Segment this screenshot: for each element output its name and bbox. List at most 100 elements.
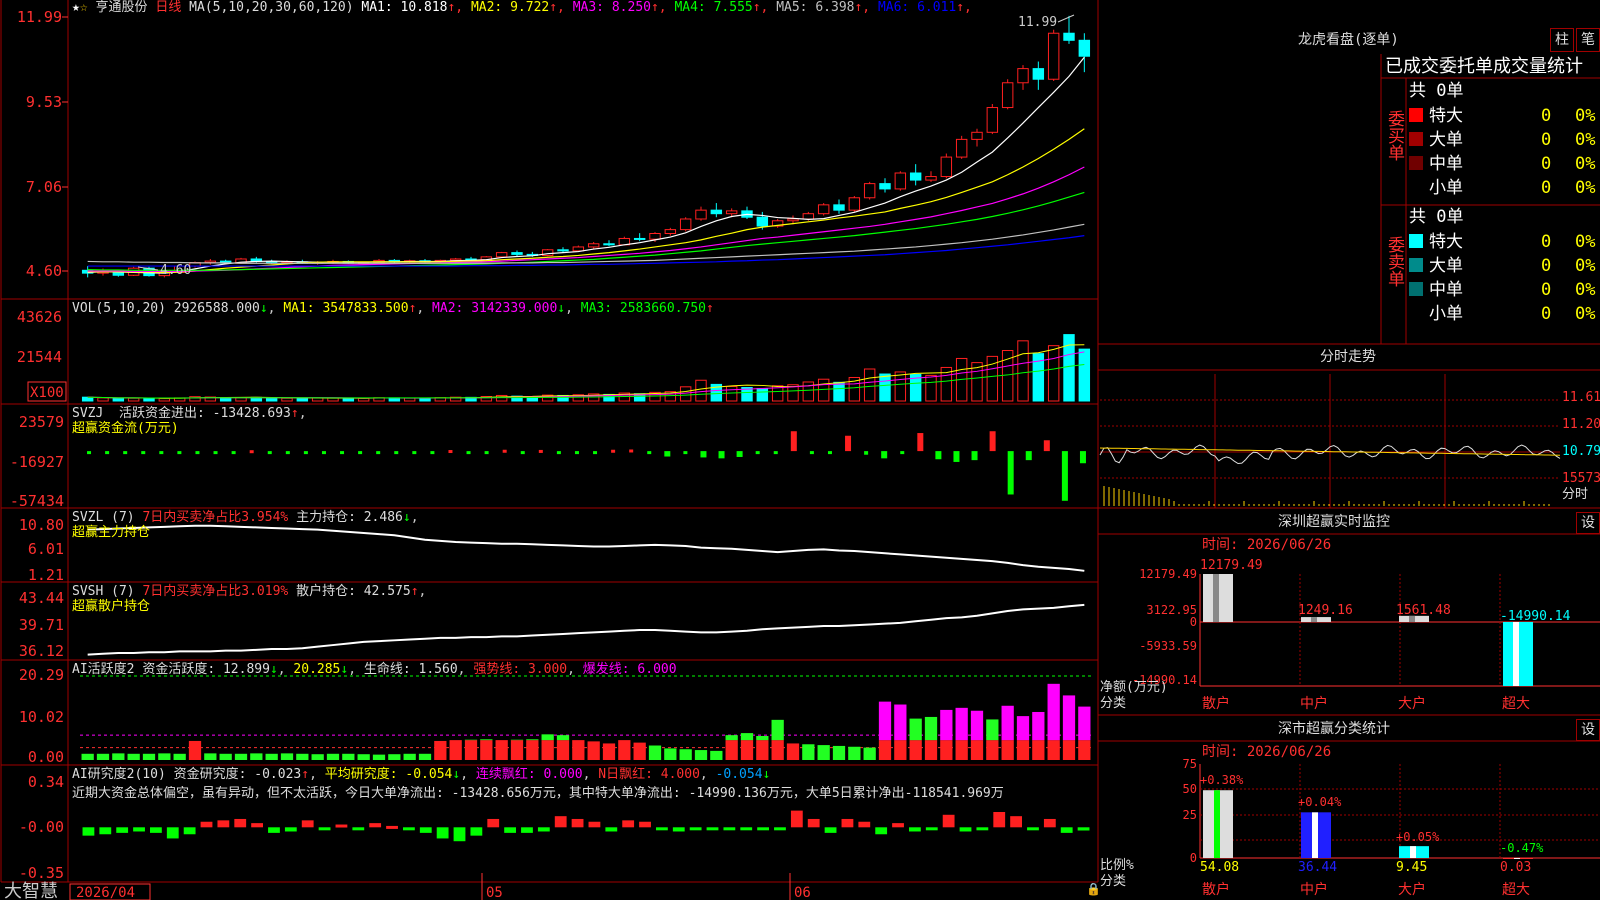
- ai1-bar: [817, 745, 830, 760]
- tab-zhu[interactable]: 柱: [1550, 28, 1574, 52]
- monitor-bar-label: 1249.16: [1298, 603, 1353, 618]
- ai2-bar: [790, 810, 803, 828]
- svzj-bar: [629, 449, 634, 453]
- svzj-bar: [755, 451, 760, 455]
- ma-value-ma5: MA5: 6.398: [768, 0, 855, 15]
- ai2-bar: [875, 827, 888, 835]
- ai2-bar: [1060, 827, 1073, 833]
- volume-bar: [189, 396, 201, 402]
- candle-body: [1032, 68, 1045, 80]
- svzj-bar: [159, 451, 164, 455]
- ai1-t2: 20.285: [293, 662, 341, 677]
- order-type-label: 小单: [1429, 178, 1463, 198]
- ai2-bar: [942, 814, 955, 828]
- tab-bi[interactable]: 笔: [1576, 28, 1600, 52]
- monitor-settings-button[interactable]: 设: [1576, 512, 1600, 534]
- ai2-bar: [504, 827, 517, 833]
- svzj-bar: [394, 451, 399, 455]
- order-type-label: 特大: [1429, 106, 1463, 126]
- ai2-bar: [1077, 827, 1090, 831]
- order-percent: 0%: [1575, 130, 1596, 150]
- monitor-title: 深圳超赢实时监控: [1278, 514, 1390, 530]
- ai1-bar: [648, 745, 662, 760]
- volume-bar: [833, 381, 845, 402]
- ai1-bar: [878, 740, 892, 760]
- ai2-bar: [959, 827, 972, 832]
- monitor-x-label: 中户: [1300, 696, 1328, 712]
- svzj-bar: [105, 451, 110, 455]
- svzj-bar: [935, 451, 942, 460]
- volume-ma1: 3547833.500: [322, 301, 409, 316]
- color-swatch: [1409, 156, 1423, 170]
- candle-body: [603, 243, 615, 246]
- svsh-header: SVSH (7) 7日内买卖净占比3.019% 散户持仓: 42.575↑,: [72, 584, 427, 599]
- svzj-bar: [321, 451, 326, 455]
- ai2-bar: [99, 827, 112, 835]
- svzj-bar: [953, 451, 960, 462]
- ai2-t3: 连续飘红: 0.000: [475, 767, 583, 782]
- candle-body: [879, 183, 891, 190]
- ai2-bar: [301, 820, 314, 828]
- candle-body: [710, 209, 723, 215]
- svsh-tick: 43.44: [19, 589, 64, 607]
- candle-body: [833, 204, 845, 211]
- ai1-bar: [863, 747, 876, 760]
- star-icon-2[interactable]: ☆: [80, 0, 88, 15]
- svzj-bar: [267, 451, 272, 455]
- ai1-bar: [679, 749, 692, 760]
- svsh-axis: 43.44 39.71 36.12: [19, 589, 64, 660]
- classify-value-label: 36.44: [1298, 860, 1338, 875]
- ai2-t4: N日飘红: 4.000: [598, 767, 700, 782]
- ai1-bar: [664, 748, 677, 760]
- ai1-bar: [403, 753, 416, 760]
- ai2-bar: [470, 827, 483, 836]
- svzj-text: 活跃资金进出: -13428.693: [118, 406, 291, 421]
- volume-bar: [1047, 345, 1060, 402]
- price-tick: 11.99: [17, 8, 62, 26]
- candle-body: [802, 213, 815, 220]
- monitor-title-text: 深圳超赢实时监控: [1278, 514, 1390, 530]
- ma-arrow: ↑,: [854, 0, 871, 15]
- svzj-subtitle: 超赢资金流(万元): [72, 421, 179, 436]
- volume-unit: X100: [30, 385, 64, 401]
- lock-icon[interactable]: 🔒: [1086, 882, 1101, 896]
- ai2-bar: [925, 827, 938, 831]
- ai2-bar: [858, 821, 871, 828]
- brand-label: 大智慧: [4, 881, 58, 900]
- volume-bar: [281, 397, 293, 402]
- svzl-tick: 10.80: [19, 516, 64, 534]
- stock-name[interactable]: 亨通股份: [95, 0, 147, 15]
- monitor-x-label: 超大: [1502, 696, 1530, 712]
- ai1-bar: [480, 740, 493, 760]
- ai1-label: AI活跃度2: [72, 662, 135, 677]
- ai2-bar: [318, 827, 331, 831]
- classify-title: 深市超赢分类统计: [1278, 721, 1390, 737]
- ai2-bar: [419, 827, 432, 833]
- ai1-bar-top: [556, 735, 570, 741]
- sell-total: 共 0单: [1409, 206, 1463, 228]
- ai1-bar: [694, 750, 708, 760]
- ai1-bar: [572, 740, 585, 760]
- ai2-bar: [672, 827, 685, 832]
- classify-value-label: 54.08: [1200, 860, 1240, 875]
- volume-bar: [925, 374, 937, 402]
- ai1-bar: [265, 753, 278, 760]
- ai2-bar: [402, 827, 415, 831]
- ai2-bar: [149, 827, 162, 833]
- ai1-bar: [1078, 740, 1091, 760]
- ma-values: MA1: 10.818↑, MA2: 9.722↑, MA3: 8.250↑, …: [361, 0, 972, 15]
- order-count: 0: [1541, 256, 1552, 276]
- section-title-text: 已成交委托单成交量统计: [1385, 56, 1583, 77]
- candle-body: [817, 204, 830, 215]
- candle-body: [633, 237, 646, 240]
- period-label[interactable]: 日线: [155, 0, 181, 15]
- volume-bar: [419, 397, 431, 402]
- order-percent: 0%: [1575, 256, 1596, 276]
- ma-arrow: ↑,: [752, 0, 769, 15]
- star-icon[interactable]: ★: [72, 0, 80, 15]
- classify-settings-button[interactable]: 设: [1576, 719, 1600, 741]
- price-header: ★☆ 亨通股份 日线 MA(5,10,20,30,60,120) MA1: 10…: [72, 0, 972, 16]
- ai2-summary: 近期大资金总体偏空，虽有异动，但不太活跃，今日大单净流出: -13428.656…: [72, 786, 1004, 802]
- order-percent: 0%: [1575, 304, 1596, 324]
- ai1-bar: [372, 754, 386, 760]
